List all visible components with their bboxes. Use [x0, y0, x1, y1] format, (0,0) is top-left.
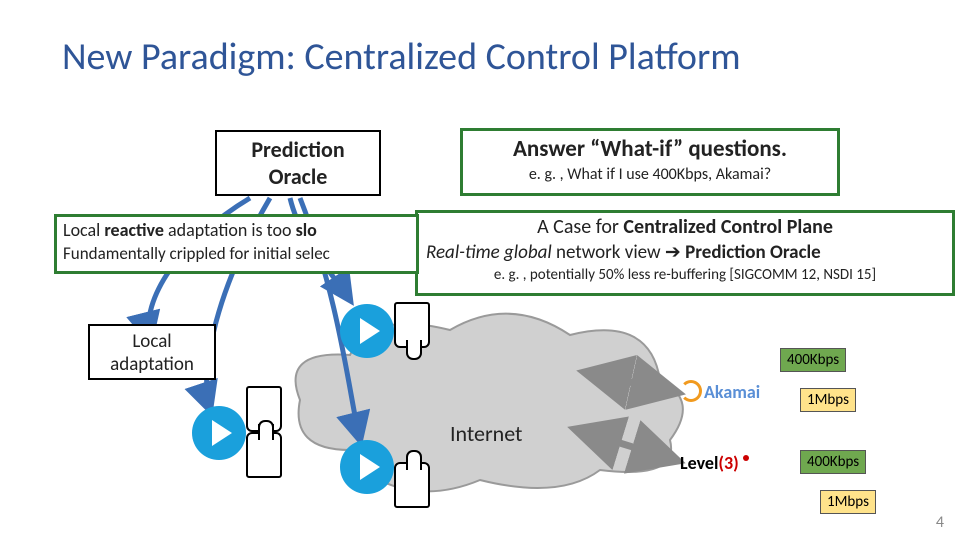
local-adaptation-l2: adaptation [90, 353, 214, 376]
whatif-headline: Answer “What-if” questions. [463, 135, 837, 163]
thumbs-up-icon [246, 432, 282, 478]
local-reactive-box: Local reactive adaptation is too slo Fun… [54, 214, 419, 274]
play-icon [340, 304, 394, 358]
case-line3: e. g. , potentially 50% less re-bufferin… [426, 266, 944, 284]
whatif-box: Answer “What-if” questions. e. g. , What… [460, 128, 840, 196]
level3-logo: Level(3) [680, 452, 753, 474]
prediction-oracle-line2: Oracle [223, 163, 373, 190]
case-line2: Real-time global network view ➔ Predicti… [426, 241, 944, 264]
prediction-oracle-box: Prediction Oracle [215, 130, 381, 196]
bitrate-badge-1m: 1Mbps [800, 388, 856, 412]
whatif-example: e. g. , What if I use 400Kbps, Akamai? [463, 165, 837, 184]
slide-title: New Paradigm: Centralized Control Platfo… [62, 34, 741, 80]
prediction-oracle-line1: Prediction [223, 136, 373, 163]
page-number: 4 [936, 513, 944, 532]
local-reactive-line1: Local reactive adaptation is too slo [63, 219, 410, 241]
internet-label: Internet [450, 420, 522, 447]
case-line1: A Case for Centralized Control Plane [426, 215, 944, 239]
play-icon [340, 440, 394, 494]
local-adaptation-box: Local adaptation [88, 324, 216, 380]
local-reactive-line2: Fundamentally crippled for initial selec [63, 243, 410, 264]
play-icon [192, 406, 246, 460]
local-adaptation-l1: Local [90, 330, 214, 353]
akamai-logo: Akamai [680, 380, 760, 403]
bitrate-badge-400: 400Kbps [780, 348, 846, 372]
case-box: A Case for Centralized Control Plane Rea… [415, 210, 955, 296]
bitrate-badge-1m: 1Mbps [820, 490, 876, 514]
thumbs-down-icon [394, 302, 430, 348]
thumbs-up-icon [394, 462, 430, 508]
bitrate-badge-400: 400Kbps [800, 450, 866, 474]
